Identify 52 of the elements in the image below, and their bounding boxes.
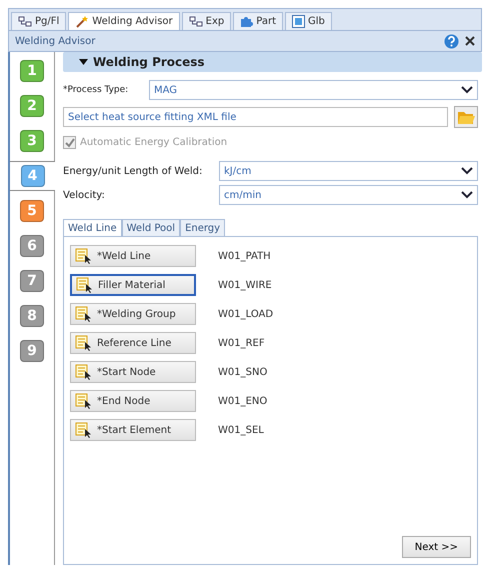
tab[interactable]: Energy <box>180 219 226 237</box>
chevron-icon <box>461 86 473 94</box>
folder-icon <box>457 109 475 125</box>
panel-tab[interactable]: Part <box>233 12 283 30</box>
pick-list-icon <box>76 277 94 293</box>
file-input-field[interactable]: Select heat source fitting XML file <box>63 107 448 127</box>
pick-list-icon <box>75 393 93 409</box>
panel-tab[interactable]: Exp <box>182 12 232 30</box>
chevron-icon <box>461 191 473 199</box>
panel-title: Welding Advisor <box>15 36 96 46</box>
tab[interactable]: Weld Line <box>63 219 122 237</box>
selection-value: W01_SEL <box>218 424 264 436</box>
pick-list-icon <box>75 364 93 380</box>
field-label: Velocity: <box>63 190 106 200</box>
selection-value: W01_LOAD <box>218 308 274 320</box>
chevron-icon <box>461 167 473 175</box>
selection-value: W01_REF <box>218 338 265 348</box>
tree-icon <box>188 16 203 28</box>
window-icon <box>292 15 305 28</box>
select-button[interactable]: *End Node <box>70 390 196 412</box>
field-label: Energy/unit Length of Weld: <box>63 166 204 176</box>
select-button[interactable]: *Welding Group <box>70 303 196 325</box>
selection-value: W01_ENO <box>218 396 268 406</box>
tree-icon <box>18 16 32 28</box>
checkbox-label: Automatic Energy Calibration <box>80 137 228 148</box>
pick-list-icon <box>75 422 93 438</box>
panel-tab[interactable]: Welding Advisor <box>68 12 180 30</box>
puzzle-icon <box>240 15 254 28</box>
close-icon[interactable] <box>465 36 475 46</box>
panel-tab[interactable]: Glb <box>285 12 332 30</box>
pick-list-icon <box>75 306 93 322</box>
section-header[interactable]: Welding Process <box>63 52 482 72</box>
pick-list-icon <box>75 335 93 351</box>
select-button[interactable]: *Weld Line <box>70 245 196 267</box>
select-button[interactable]: Reference Line <box>70 332 196 354</box>
panel-tab[interactable]: Pg/Fl <box>11 12 66 30</box>
unit-dropdown[interactable]: kJ/cm <box>219 161 478 181</box>
select-button[interactable]: *Start Element <box>70 419 196 441</box>
selection-value: W01_SNO <box>218 366 268 378</box>
field-label: *Process Type: <box>63 85 130 95</box>
collapse-arrow-icon <box>79 59 88 65</box>
next-button[interactable]: Next >> <box>402 536 471 558</box>
select-button[interactable]: *Start Node <box>70 361 196 383</box>
help-icon[interactable] <box>444 34 459 48</box>
select-button[interactable]: Filler Material <box>70 274 196 296</box>
selection-value: W01_WIRE <box>218 280 272 290</box>
selection-value: W01_PATH <box>218 250 271 262</box>
pick-list-icon <box>75 248 93 264</box>
unit-dropdown[interactable]: cm/min <box>219 185 478 205</box>
process-type-dropdown[interactable]: MAG <box>149 80 478 100</box>
wand-icon <box>75 15 90 28</box>
tab[interactable]: Weld Pool <box>122 219 180 237</box>
